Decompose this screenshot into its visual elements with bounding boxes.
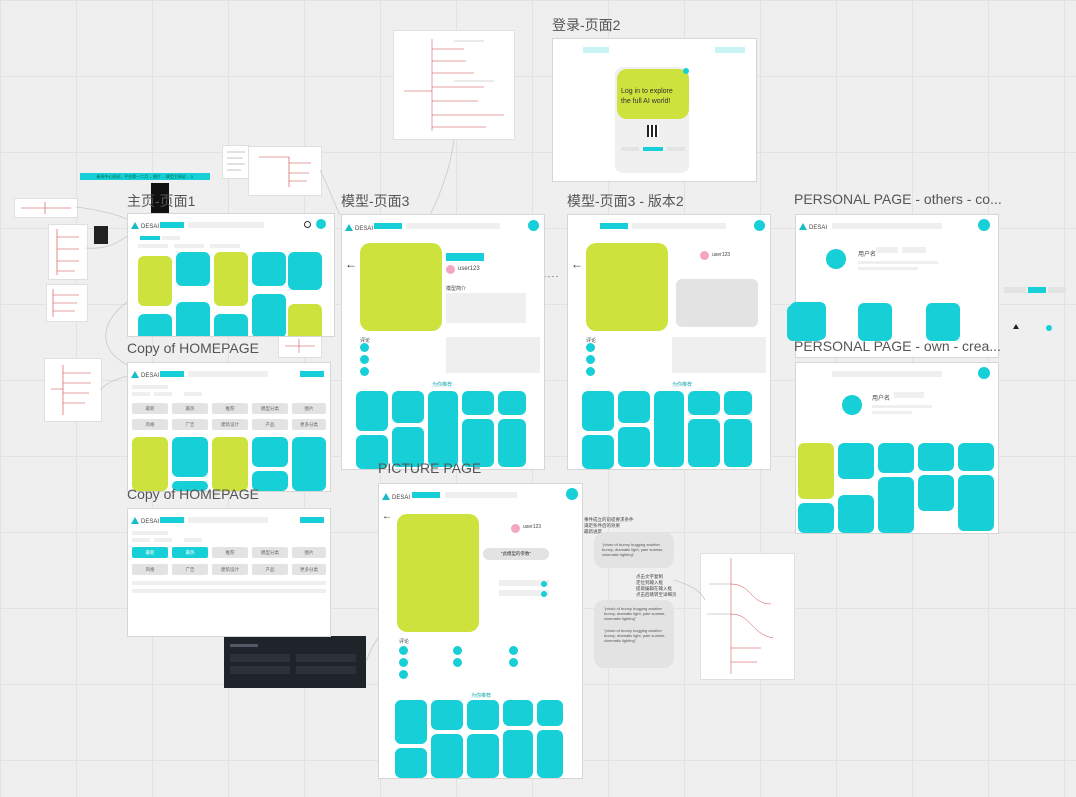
profile-username: 用户名	[872, 396, 891, 402]
back-arrow-icon[interactable]: ←	[345, 257, 357, 271]
prompt-card-2[interactable]: "photo of bunny hugging another bunny, d…	[594, 600, 674, 668]
login-prompt: Log in to explore the full AI world!	[621, 88, 673, 105]
frame-label-model3: 模型-页面3	[341, 193, 410, 209]
model-section-title: 模型简介	[446, 286, 467, 292]
category-tab[interactable]: 最热	[172, 403, 208, 414]
category-tab[interactable]: 图片	[292, 403, 326, 414]
frame-copy2[interactable]: DESAI 最新 最热 推荐 模型分类 图片 风格 广告 建筑设计 产品 更多分…	[127, 508, 331, 637]
model-username: user123	[712, 252, 731, 258]
frame-personal-own[interactable]: 用户名	[795, 362, 999, 534]
frame-label-personal-others: PERSONAL PAGE - others - co...	[794, 191, 1002, 207]
mini-flowchart-c	[46, 284, 88, 322]
recommend-label: 为你推荐	[471, 693, 492, 699]
model-preview-image	[586, 243, 668, 331]
picture-username: user123	[523, 524, 542, 530]
avatar[interactable]	[566, 488, 578, 500]
mini-flowchart-bottom-right	[700, 553, 795, 680]
frame-home1[interactable]: DESAI	[127, 213, 335, 337]
refresh-icon[interactable]	[304, 221, 311, 228]
dark-screenshot	[224, 636, 366, 688]
frame-personal-others[interactable]: DESAI 用户名	[795, 214, 999, 358]
category-tab[interactable]: 最新	[132, 547, 168, 558]
login-button[interactable]	[300, 517, 324, 523]
category-tab[interactable]: 推荐	[212, 547, 248, 558]
mini-flowchart-a	[14, 198, 78, 218]
frame-label-copy1: Copy of HOMEPAGE	[127, 340, 260, 356]
category-tab[interactable]: 最热	[172, 547, 208, 558]
category-tab[interactable]: 最新	[132, 403, 168, 414]
login-card: Log in to explore the full AI world!	[617, 69, 689, 119]
frame-label-copy2: Copy of HOMEPAGE	[127, 486, 260, 502]
category-tab[interactable]: 产品	[252, 564, 288, 575]
category-tab[interactable]: 风格	[132, 419, 168, 430]
category-tab[interactable]: 广告	[172, 564, 208, 575]
category-tab[interactable]: 推荐	[212, 403, 248, 414]
frame-login2[interactable]: Log in to explore the full AI world!	[552, 38, 757, 182]
prompt-card-1[interactable]: "photo of bunny hugging another bunny, d…	[594, 532, 674, 568]
login-button[interactable]	[300, 371, 324, 377]
frame-model3[interactable]: DESAI ← user123 模型简介 评论 为你推荐	[341, 214, 545, 470]
profile-username: 用户名	[858, 252, 877, 258]
recommend-label: 为你推荐	[672, 382, 693, 388]
frame-label-picture: PICTURE PAGE	[378, 460, 482, 476]
avatar[interactable]	[978, 219, 990, 231]
picture-main-image	[397, 514, 479, 632]
qr-code	[647, 125, 659, 137]
category-tab[interactable]: 更多分类	[292, 564, 326, 575]
logo: DESAI	[382, 493, 410, 501]
note-copy-behaviour: 点击文字复制 定位到输入框 提取编辑在输入框 点击后跳转至详细页	[636, 574, 677, 597]
logo: DESAI	[131, 517, 159, 525]
mini-flowchart-b	[48, 224, 88, 280]
logo: DESAI	[131, 371, 159, 379]
mini-flowchart-f	[248, 146, 322, 196]
mini-flowchart-top	[393, 30, 515, 140]
stack-card	[787, 305, 823, 341]
frame-label-login2: 登录-页面2	[552, 17, 621, 33]
avatar[interactable]	[528, 220, 539, 231]
stray-dot	[1046, 325, 1052, 331]
logo: DESAI	[345, 224, 373, 232]
close-icon[interactable]	[683, 68, 689, 74]
frame-model3-v2[interactable]: ← user123 评论 为你推荐	[567, 214, 771, 470]
comments-label: 评论	[399, 639, 410, 645]
back-arrow-icon[interactable]: ←	[571, 257, 583, 271]
frame-label-home1: 主页-页面1	[127, 193, 196, 209]
category-tab[interactable]: 图片	[292, 547, 326, 558]
mini-flowchart-g	[278, 334, 322, 358]
frame-label-model3v2: 模型-页面3 - 版本2	[567, 193, 684, 209]
stray-bar	[1004, 287, 1066, 293]
frame-copy1[interactable]: DESAI 最新 最热 推荐 模型分类 图片 风格 广告 建筑设计 产品 更多分…	[127, 362, 331, 492]
logo: DESAI	[799, 223, 827, 231]
category-tab[interactable]: 模型分类	[252, 403, 288, 414]
avatar[interactable]	[978, 367, 990, 379]
profile-avatar	[842, 395, 862, 415]
profile-avatar	[826, 249, 846, 269]
frame-picture[interactable]: DESAI ← user123 "此模型的参数" 评论 为你推荐	[378, 483, 583, 779]
logo: DESAI	[131, 222, 159, 230]
model-params-button[interactable]: "此模型的参数"	[483, 548, 549, 560]
mini-flowchart-d	[44, 358, 102, 422]
frame-label-personal-own: PERSONAL PAGE - own - crea...	[794, 338, 1001, 354]
avatar[interactable]	[316, 219, 326, 229]
stray-triangle-icon	[1013, 324, 1019, 329]
back-arrow-icon[interactable]: ←	[382, 511, 392, 522]
recommend-label: 为你推荐	[432, 382, 453, 388]
login-confirm-button[interactable]	[643, 147, 663, 151]
flow-banner: 新闻中心网站 - 平台第一二月 -- 图片 -- 模型主网站 -- X	[80, 173, 210, 180]
model-preview-image	[360, 243, 442, 331]
category-tab[interactable]: 建筑设计	[212, 564, 248, 575]
category-tab[interactable]: 建筑设计	[212, 419, 248, 430]
category-tab[interactable]: 广告	[172, 419, 208, 430]
category-tab[interactable]: 产品	[252, 419, 288, 430]
model-username: user123	[458, 266, 480, 272]
category-tab[interactable]: 模型分类	[252, 547, 288, 558]
mini-flowchart-e	[222, 145, 250, 179]
avatar[interactable]	[754, 220, 765, 231]
category-tab[interactable]: 更多分类	[292, 419, 326, 430]
dark-thumb-small	[94, 226, 108, 244]
category-tab[interactable]: 风格	[132, 564, 168, 575]
